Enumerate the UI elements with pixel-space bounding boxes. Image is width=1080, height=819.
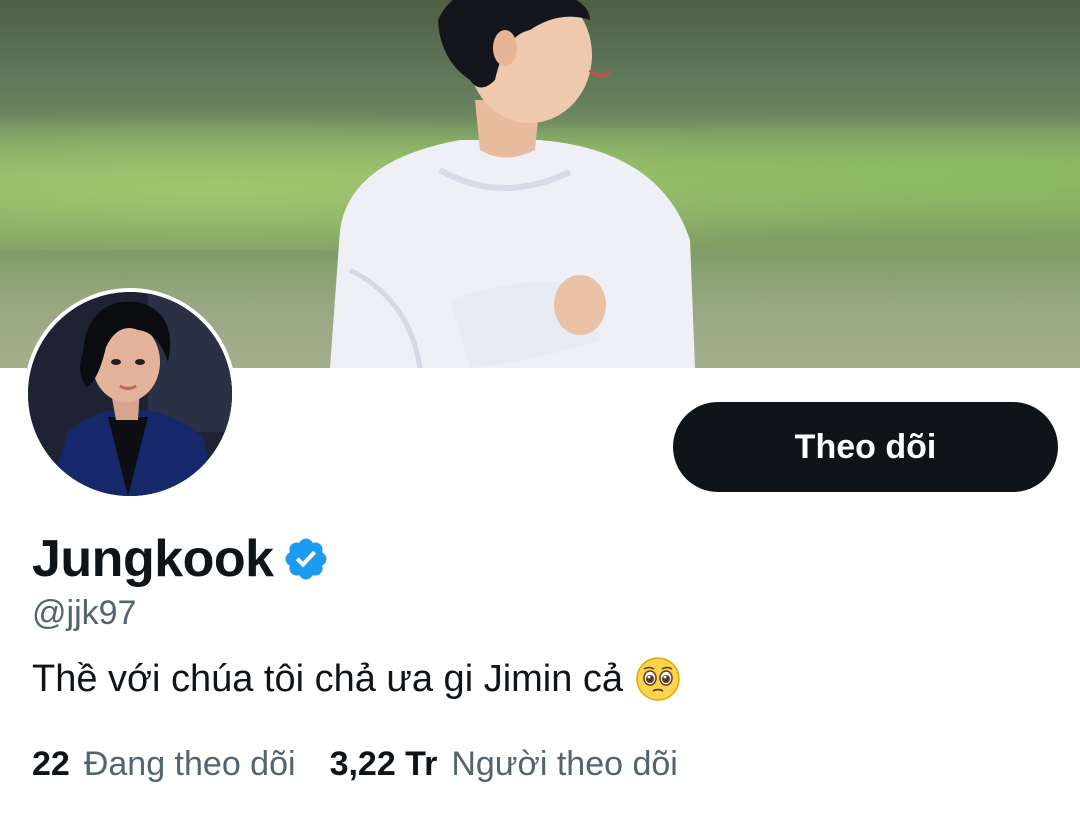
follow-button[interactable]: Theo dõi — [673, 402, 1058, 492]
display-name: Jungkook — [32, 530, 274, 588]
pleading-face-icon — [636, 657, 680, 701]
display-name-row: Jungkook — [32, 528, 330, 590]
profile-bio: Thề với chúa tôi chả ưa gi Jimin cả — [32, 656, 681, 702]
following-label: Đang theo dõi — [83, 745, 296, 783]
follow-stats: 22 Đang theo dõi 3,22 Tr Người theo dõi — [32, 745, 678, 784]
banner-person-figure — [330, 0, 695, 368]
profile-avatar[interactable] — [24, 288, 236, 500]
followers-label: Người theo dõi — [451, 745, 678, 783]
following-stat-link[interactable]: 22 Đang theo dõi — [32, 745, 296, 784]
followers-stat-link[interactable]: 3,22 Tr Người theo dõi — [330, 745, 678, 784]
bio-text: Thề với chúa tôi chả ưa gi Jimin cả — [32, 657, 624, 700]
user-handle: @jjk97 — [32, 594, 137, 632]
avatar-image — [28, 292, 232, 496]
verified-badge-icon[interactable] — [282, 535, 330, 583]
following-count: 22 — [32, 745, 70, 783]
profile-page: Theo dõi Jungkook @jjk97 Thề với chúa tô… — [0, 0, 1080, 819]
followers-count: 3,22 Tr — [329, 745, 438, 783]
